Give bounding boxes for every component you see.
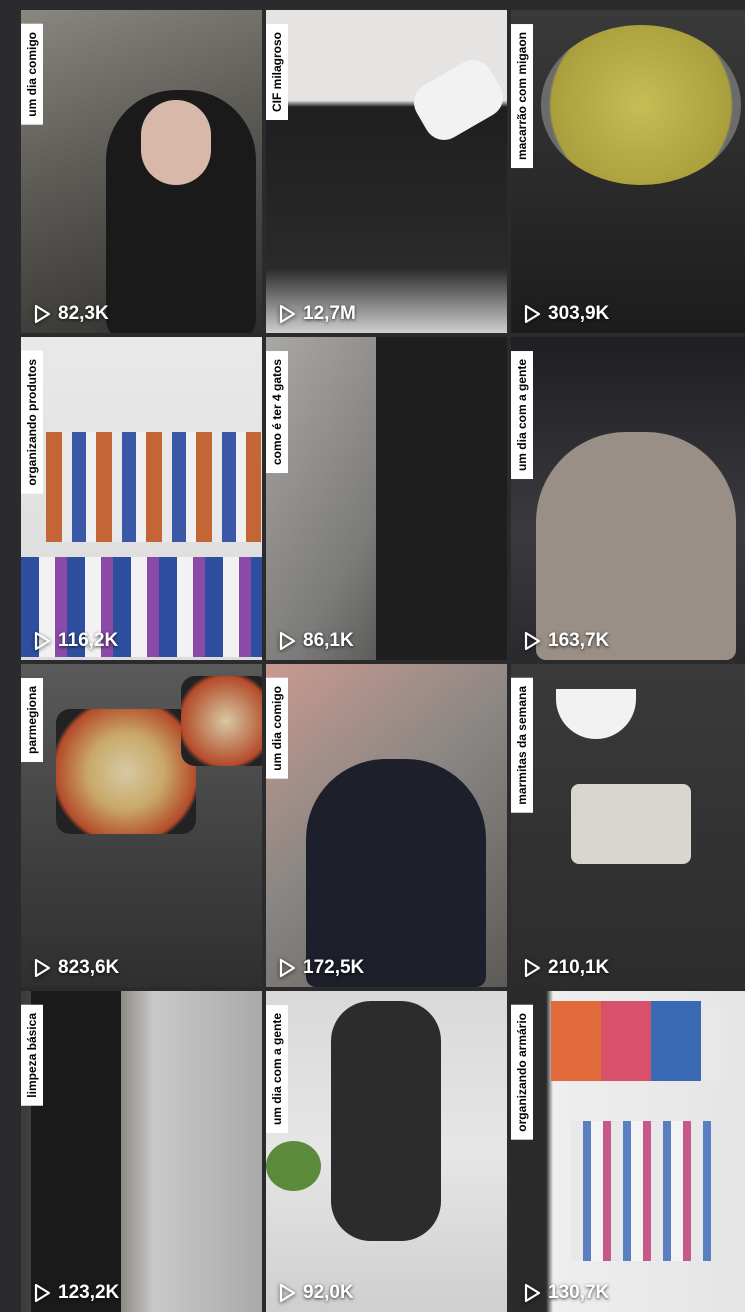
view-count-label: 92,0K: [303, 1282, 354, 1303]
video-tile[interactable]: um dia comigo 172,5K: [266, 664, 507, 987]
view-count: 823,6K: [33, 957, 119, 979]
video-caption: um dia comigo: [266, 678, 288, 779]
view-count: 82,3K: [33, 303, 109, 325]
video-caption: um dia com a gente: [266, 1005, 288, 1134]
video-caption: limpeza básica: [21, 1005, 43, 1106]
video-tile[interactable]: um dia com a gente 92,0K: [266, 991, 507, 1312]
view-count: 303,9K: [523, 303, 609, 325]
baking-dish-2: [181, 676, 262, 766]
view-count-label: 123,2K: [58, 1282, 120, 1303]
video-tile[interactable]: organizando armário 130,7K: [511, 991, 745, 1312]
view-count: 116,2K: [33, 630, 118, 652]
video-caption: um dia comigo: [21, 24, 43, 125]
couple-figure: [536, 432, 736, 660]
play-outline-icon: [279, 1283, 296, 1303]
face-shape: [141, 100, 211, 185]
play-outline-icon: [279, 304, 296, 324]
video-tile[interactable]: organizando produtos 116,2K: [21, 337, 262, 660]
view-count-label: 172,5K: [303, 957, 365, 978]
video-tile[interactable]: como é ter 4 gatos 86,1K: [266, 337, 507, 660]
person-legs: [31, 991, 121, 1312]
person-figure: [306, 759, 486, 987]
cleaning-bottles-shelf: [46, 432, 261, 542]
view-count-label: 86,1K: [303, 630, 354, 651]
view-count-label: 210,1K: [548, 957, 610, 978]
video-tile[interactable]: macarrão com migaon 303,9K: [511, 10, 745, 333]
video-caption: macarrão com migaon: [511, 24, 533, 169]
pan-with-pasta: [541, 25, 741, 185]
view-count: 12,7M: [278, 303, 356, 325]
cabinet-top-items: [551, 1001, 721, 1081]
video-caption: organizando armário: [511, 1005, 533, 1140]
video-caption: um dia com a gente: [511, 351, 533, 480]
play-outline-icon: [34, 958, 51, 978]
view-count: 210,1K: [523, 957, 609, 979]
play-outline-icon: [524, 304, 541, 324]
view-count: 92,0K: [278, 1282, 354, 1304]
video-grid: um dia comigo 82,3K CIF milagroso 12,7M …: [0, 0, 745, 1312]
play-outline-icon: [524, 958, 541, 978]
plant-leaf: [266, 1141, 321, 1191]
appliance-door: [376, 337, 507, 660]
video-tile[interactable]: um dia com a gente 163,7K: [511, 337, 745, 660]
view-count: 172,5K: [278, 957, 364, 979]
video-thumbnail: [266, 10, 507, 333]
cabinet-bottles: [571, 1121, 711, 1261]
play-outline-icon: [34, 631, 51, 651]
view-count-label: 82,3K: [58, 303, 109, 324]
baking-dish: [56, 709, 196, 834]
video-tile[interactable]: parmegiona 823,6K: [21, 664, 262, 987]
video-tile[interactable]: CIF milagroso 12,7M: [266, 10, 507, 333]
play-outline-icon: [279, 958, 296, 978]
view-count-label: 12,7M: [303, 303, 356, 324]
view-count: 86,1K: [278, 630, 354, 652]
view-count: 130,7K: [523, 1282, 609, 1304]
play-outline-icon: [279, 631, 296, 651]
view-count-label: 116,2K: [58, 630, 119, 651]
play-outline-icon: [524, 1283, 541, 1303]
video-caption: CIF milagroso: [266, 24, 288, 121]
cats-group: [331, 1001, 441, 1241]
view-count-label: 303,9K: [548, 303, 610, 324]
video-caption: organizando produtos: [21, 351, 43, 494]
view-count-label: 823,6K: [58, 957, 120, 978]
play-outline-icon: [524, 631, 541, 651]
food-container: [571, 784, 691, 864]
video-tile[interactable]: marmitas da semana 210,1K: [511, 664, 745, 987]
video-tile[interactable]: um dia comigo 82,3K: [21, 10, 262, 333]
video-caption: como é ter 4 gatos: [266, 351, 288, 474]
view-count-label: 130,7K: [548, 1282, 610, 1303]
play-outline-icon: [34, 1283, 51, 1303]
play-outline-icon: [34, 304, 51, 324]
view-count: 163,7K: [523, 630, 609, 652]
video-caption: marmitas da semana: [511, 678, 533, 813]
view-count: 123,2K: [33, 1282, 119, 1304]
video-tile[interactable]: limpeza básica 123,2K: [21, 991, 262, 1312]
video-caption: parmegiona: [21, 678, 43, 763]
view-count-label: 163,7K: [548, 630, 610, 651]
